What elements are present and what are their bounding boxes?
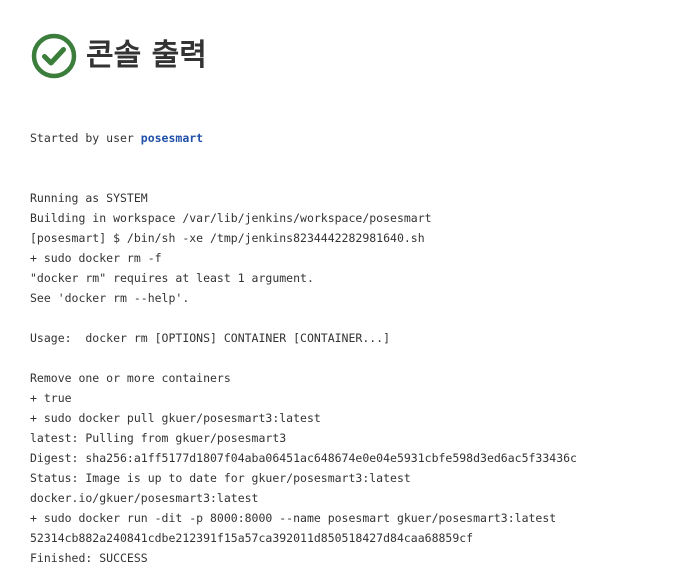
console-line: + sudo docker pull gkuer/posesmart3:late… <box>30 411 321 425</box>
console-output: Started by user posesmart Running as SYS… <box>30 88 577 588</box>
console-lines: Running as SYSTEM Building in workspace /… <box>30 188 577 568</box>
page-title: 콘솔 출력 <box>86 38 207 73</box>
console-header: 콘솔 출력 <box>31 33 207 79</box>
console-line: [posesmart] $ /bin/sh -xe /tmp/jenkins82… <box>30 231 425 245</box>
console-line: + true <box>30 391 72 405</box>
success-check-circle-icon <box>31 33 77 79</box>
console-line: Building in workspace /var/lib/jenkins/w… <box>30 211 432 225</box>
console-line: "docker rm" requires at least 1 argument… <box>30 271 314 285</box>
console-line: Remove one or more containers <box>30 371 231 385</box>
console-line: Digest: sha256:a1ff5177d1807f04aba06451a… <box>30 451 577 465</box>
user-link[interactable]: posesmart <box>141 131 203 145</box>
console-line-started: Started by user posesmart <box>30 128 577 148</box>
console-line: + sudo docker rm -f <box>30 251 162 265</box>
started-by-text: Started by user <box>30 131 141 145</box>
console-line: Running as SYSTEM <box>30 191 148 205</box>
console-line: 52314cb882a240841cdbe212391f15a57ca39201… <box>30 531 474 545</box>
console-line: See 'docker rm --help'. <box>30 291 190 305</box>
console-line: Status: Image is up to date for gkuer/po… <box>30 471 411 485</box>
console-line: latest: Pulling from gkuer/posesmart3 <box>30 431 287 445</box>
console-line: docker.io/gkuer/posesmart3:latest <box>30 491 259 505</box>
console-line: + sudo docker run -dit -p 8000:8000 --na… <box>30 511 557 525</box>
console-line: Usage: docker rm [OPTIONS] CONTAINER [CO… <box>30 331 391 345</box>
console-line: Finished: SUCCESS <box>30 551 148 565</box>
